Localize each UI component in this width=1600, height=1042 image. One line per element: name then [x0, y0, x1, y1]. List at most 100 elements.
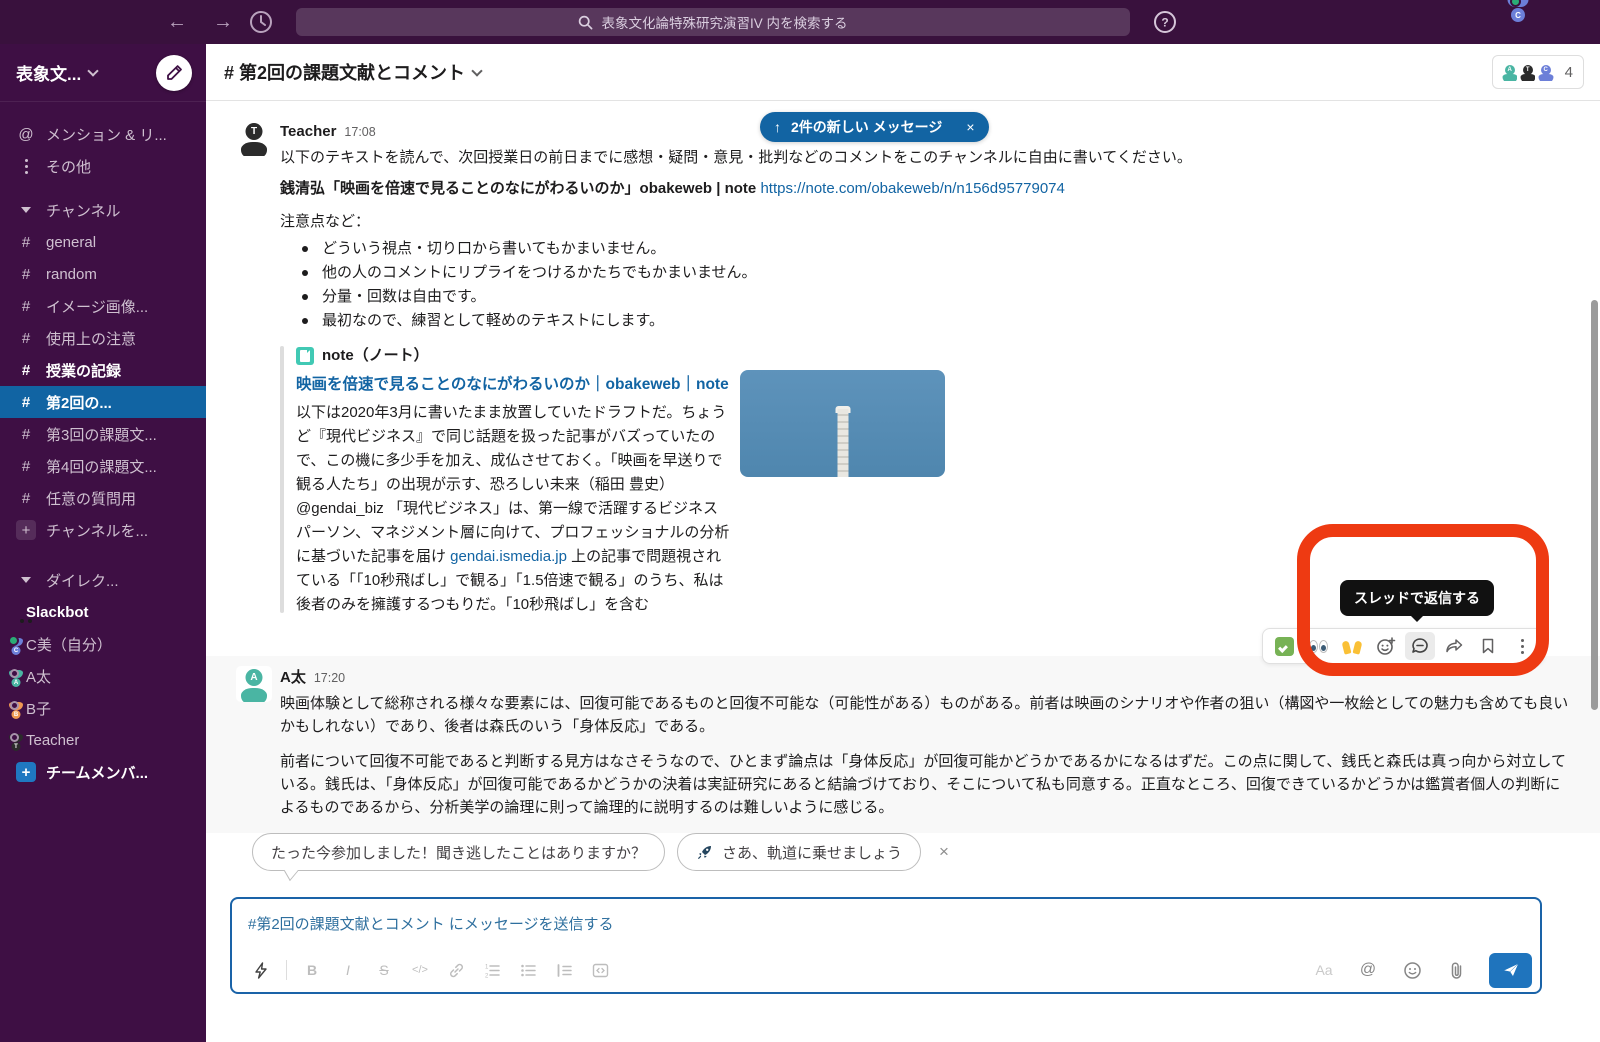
bullet-icon [302, 294, 308, 300]
preview-thumbnail-image[interactable] [740, 370, 945, 477]
sidebar-channel-session3[interactable]: # 第3回の課題文... [0, 418, 206, 450]
blockquote-button[interactable] [549, 956, 579, 984]
emoji-picker-button[interactable] [1397, 956, 1427, 984]
preview-title-link[interactable]: 映画を倍速で見ることのなにがわるいのか｜obakeweb｜note [296, 373, 732, 397]
new-message-button[interactable] [156, 55, 192, 91]
sidebar-item-label: その他 [46, 156, 91, 177]
send-message-button[interactable] [1489, 953, 1532, 988]
message-composer[interactable]: #第2回の課題文献とコメント にメッセージを送信する B I S </> 12 [230, 897, 1542, 994]
ordered-list-button[interactable]: 12 [477, 956, 507, 984]
channel-members-button[interactable]: A T C 4 [1492, 55, 1584, 89]
smiley-plus-icon [1376, 636, 1396, 656]
sidebar-dm-teacher[interactable]: T Teacher [0, 724, 206, 756]
text-formatting-toggle-button[interactable]: Aa [1309, 956, 1339, 984]
sidebar-channel-random[interactable]: # random [0, 258, 206, 290]
format-link-button[interactable] [441, 956, 471, 984]
message-actions-toolbar [1262, 628, 1544, 664]
message-author[interactable]: Teacher [280, 120, 336, 143]
note-url-link[interactable]: https://note.com/obakeweb/n/n156d9577907… [760, 180, 1064, 197]
format-strikethrough-button[interactable]: S [369, 956, 399, 984]
channel-header: # 第2回の課題文献とコメント A T C 4 [206, 44, 1600, 101]
format-code-button[interactable]: </> [405, 956, 435, 984]
bullet-item: 他の人のコメントにリプライをつけるかたちでもかまいません。 [280, 261, 1240, 284]
channels-section-header[interactable]: チャンネル [0, 194, 206, 226]
help-icon[interactable]: ? [1152, 9, 1178, 35]
bulleted-list-button[interactable] [513, 956, 543, 984]
shortcuts-lightning-button[interactable] [246, 956, 276, 984]
channel-title[interactable]: # 第2回の課題文献とコメント [224, 59, 481, 85]
sidebar-channel-session2-active[interactable]: # 第2回の... [0, 386, 206, 418]
reference-title: 銭清弘「映画を倍速で見ることのなにがわるいのか」obakeweb | note [280, 180, 756, 197]
message-timestamp[interactable]: 17:08 [344, 121, 375, 144]
close-icon[interactable]: × [966, 119, 974, 135]
hash-icon: # [16, 234, 36, 251]
share-message-button[interactable] [1439, 632, 1469, 660]
history-forward-icon[interactable]: → [211, 11, 235, 34]
plus-icon: + [16, 762, 36, 782]
suggestion-chip-get-on-track[interactable]: さあ、軌道に乗せましょう [677, 833, 921, 871]
more-actions-button[interactable] [1507, 632, 1537, 660]
react-eyes-emoji-button[interactable] [1303, 632, 1333, 660]
save-bookmark-button[interactable] [1473, 632, 1503, 660]
mention-button[interactable]: @ [1353, 956, 1383, 984]
sidebar-channel-questions[interactable]: # 任意の質問用 [0, 482, 206, 514]
avatar[interactable]: A [236, 666, 272, 702]
sidebar-item-more[interactable]: その他 [0, 150, 206, 182]
chevron-down-icon [88, 65, 99, 76]
member-count: 4 [1565, 64, 1573, 81]
sidebar-channel-session4[interactable]: # 第4回の課題文... [0, 450, 206, 482]
bullet-icon [302, 246, 308, 252]
message-timestamp[interactable]: 17:20 [314, 667, 345, 690]
message-a-ta: A A太 17:20 映画体験として総称される様々な要素には、回復可能であるもの… [206, 656, 1600, 833]
history-back-icon[interactable]: ← [165, 11, 189, 34]
add-channel-label: チャンネルを... [46, 520, 148, 541]
thread-reply-tooltip: スレッドで返信する [1340, 580, 1494, 616]
sidebar-dm-self[interactable]: C C美（自分） [0, 628, 206, 660]
dm-label: Slackbot [26, 604, 89, 621]
reply-in-thread-button[interactable] [1405, 632, 1435, 660]
react-check-emoji-button[interactable] [1269, 632, 1299, 660]
sidebar-add-teammates[interactable]: + チームメンバ... [0, 756, 206, 788]
avatar[interactable]: T [236, 120, 272, 156]
message-author[interactable]: A太 [280, 666, 306, 689]
new-messages-banner[interactable]: ↑ 2件の新しい メッセージ × [760, 112, 989, 142]
check-mark-emoji-icon [1275, 637, 1294, 656]
workspace-header[interactable]: 表象文... [0, 44, 206, 102]
sidebar-dm-slackbot[interactable]: Slackbot [0, 596, 206, 628]
channel-label: 第4回の課題文... [46, 456, 157, 477]
sidebar-add-channel[interactable]: + チャンネルを... [0, 514, 206, 546]
sidebar-item-mentions[interactable]: @ メンション & リ... [0, 118, 206, 150]
search-input[interactable]: 表象文化論特殊研究演習IV 内を検索する [296, 8, 1130, 36]
sidebar-channel-class-records[interactable]: # 授業の記録 [0, 354, 206, 386]
hash-icon: # [16, 490, 36, 507]
sidebar-dm-b-ko[interactable]: B B子 [0, 692, 206, 724]
dms-section-header[interactable]: ダイレク... [0, 564, 206, 596]
top-bar: ← → 表象文化論特殊研究演習IV 内を検索する ? C [0, 0, 1600, 44]
slack-app: ← → 表象文化論特殊研究演習IV 内を検索する ? C 表象文... [0, 0, 1600, 1042]
suggestion-chip-just-joined[interactable]: たった今参加しました！聞き逃したことはありますか？ [252, 833, 665, 871]
message-text: 映画体験として総称される様々な要素には、回復可能であるものと回復不可能な（可能性… [280, 692, 1570, 738]
rocket-icon [696, 843, 714, 861]
sidebar-channel-image[interactable]: # イメージ画像... [0, 290, 206, 322]
share-arrow-icon [1444, 636, 1464, 656]
gendai-link[interactable]: gendai.ismedia.jp [450, 548, 567, 565]
message-text: 前者について回復不可能であると判断する見方はなさそうなので、ひとまず論点は「身体… [280, 750, 1570, 819]
link-icon [448, 962, 465, 979]
section-label: ダイレク... [46, 570, 119, 591]
format-italic-button[interactable]: I [333, 956, 363, 984]
add-reaction-button[interactable] [1371, 632, 1401, 660]
react-hands-emoji-button[interactable] [1337, 632, 1367, 660]
sidebar-channel-usage-notes[interactable]: # 使用上の注意 [0, 322, 206, 354]
attach-file-button[interactable] [1441, 956, 1471, 984]
code-block-button[interactable] [585, 956, 615, 984]
sidebar-channel-general[interactable]: # general [0, 226, 206, 258]
sidebar-dm-a-ta[interactable]: A A太 [0, 660, 206, 692]
channel-label: general [46, 234, 96, 251]
message-scrollbar[interactable] [1591, 300, 1598, 710]
dm-label: C美（自分） [26, 634, 112, 655]
dm-label: Teacher [26, 732, 79, 749]
message-teacher: T Teacher 17:08 以下のテキストを読んで、次回授業日の前日までに感… [206, 112, 1600, 625]
close-icon[interactable]: × [939, 842, 949, 862]
clock-history-icon[interactable] [248, 9, 274, 35]
format-bold-button[interactable]: B [297, 956, 327, 984]
